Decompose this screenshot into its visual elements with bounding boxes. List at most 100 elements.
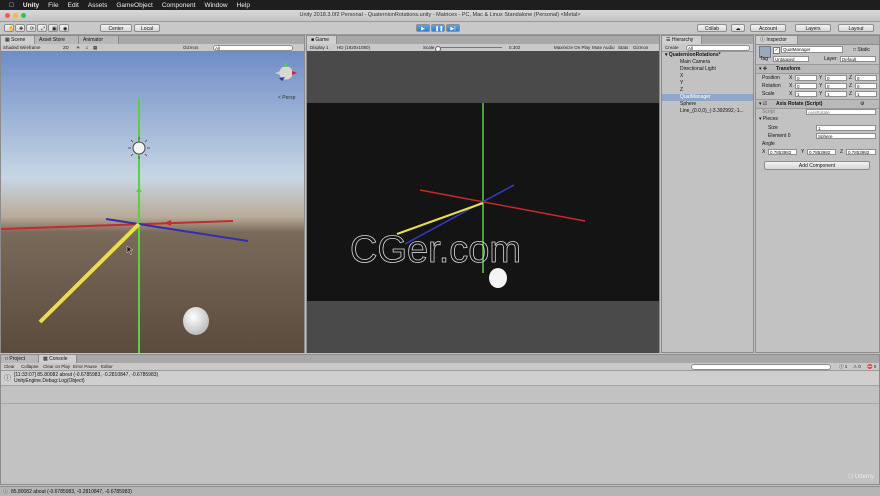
tab-asset-store[interactable]: Asset Store (35, 36, 79, 44)
error-pause-toggle[interactable]: Error Pause (73, 363, 97, 370)
menu-edit[interactable]: Edit (68, 2, 79, 9)
resolution-dropdown[interactable]: HD (1920x1080) (337, 44, 370, 51)
menu-help[interactable]: Help (237, 2, 250, 9)
hand-tool-button[interactable]: ✋ (4, 24, 14, 32)
audio-toggle-icon[interactable]: ♫ (85, 44, 88, 51)
tab-scene[interactable]: ▦ Scene (1, 36, 35, 44)
lighting-toggle-icon[interactable]: ☀ (76, 44, 80, 51)
light-gizmo-icon[interactable] (132, 141, 146, 155)
layer-dropdown[interactable]: Default (840, 55, 876, 62)
collab-dropdown[interactable]: Collab (697, 24, 727, 32)
console-split-divider[interactable] (1, 403, 879, 404)
menu-assets[interactable]: Assets (88, 2, 108, 9)
object-name-field[interactable]: QuatManager (781, 46, 843, 53)
game-viewport[interactable]: CGer.com (307, 51, 659, 353)
menu-window[interactable]: Window (204, 2, 227, 9)
display-dropdown[interactable]: Display 1 (310, 44, 329, 51)
space-toggle[interactable]: Local (134, 24, 160, 32)
pivot-toggle[interactable]: Center (100, 24, 132, 32)
hierarchy-item[interactable]: Directional Light (662, 66, 753, 73)
tab-animator[interactable]: Animator (79, 36, 119, 44)
close-window-button[interactable] (5, 13, 10, 18)
static-checkbox[interactable]: □ Static (853, 47, 870, 53)
status-message[interactable]: 85.80082 about (-0.6785983, -0.2810847, … (11, 489, 132, 495)
tab-console[interactable]: ▩ Console (39, 355, 77, 363)
angle-y-field[interactable]: 0.7853982 (807, 148, 836, 155)
tab-game[interactable]: ■ Game (307, 36, 337, 44)
clear-on-play-toggle[interactable]: Clear on Play (43, 363, 70, 370)
log-entry[interactable]: ⓘ [11:33:07] 85.80082 about (-0.6785983,… (1, 371, 879, 386)
scene-search-input[interactable]: All (213, 44, 293, 51)
shading-mode-dropdown[interactable]: Shaded Wireframe (3, 44, 41, 51)
account-dropdown[interactable]: Account (750, 24, 786, 32)
size-field[interactable]: 1 (816, 124, 876, 131)
create-dropdown[interactable]: Create (665, 44, 679, 51)
hierarchy-item[interactable]: Main Camera (662, 59, 753, 66)
2d-toggle[interactable]: 2D (63, 44, 69, 51)
scale-slider[interactable] (437, 47, 502, 48)
tab-hierarchy[interactable]: ☰ Hierarchy (662, 36, 702, 44)
hierarchy-item-selected[interactable]: QuatManager (662, 94, 753, 101)
gizmos-dropdown[interactable]: Gizmos (183, 44, 198, 51)
warning-count-badge[interactable]: ⚠ 0 (853, 363, 861, 370)
effects-toggle-icon[interactable]: ▦ (93, 44, 97, 51)
console-search-input[interactable] (691, 363, 831, 370)
hierarchy-item[interactable]: Sphere (662, 101, 753, 108)
rotation-x-field[interactable]: 0 (795, 82, 817, 89)
tab-inspector[interactable]: ⓘ Inspector (756, 36, 798, 44)
hierarchy-item[interactable]: X (662, 73, 753, 80)
error-count-badge[interactable]: ⛔ 0 (867, 363, 876, 370)
rotation-z-field[interactable]: 0 (855, 82, 877, 89)
position-y-field[interactable]: 0 (825, 74, 847, 81)
rect-tool-button[interactable]: ▣ (48, 24, 58, 32)
stats-toggle[interactable]: Stats (618, 44, 628, 51)
layout-dropdown[interactable]: Layout (838, 24, 874, 32)
game-gizmos-toggle[interactable]: Gizmos (633, 44, 648, 51)
element-0-field[interactable]: Sphere (816, 132, 876, 139)
scale-tool-button[interactable]: ⤢ (37, 24, 47, 32)
mute-audio-toggle[interactable]: Mute Audio (592, 44, 615, 51)
hierarchy-item[interactable]: Z (662, 87, 753, 94)
position-x-field[interactable]: 0 (795, 74, 817, 81)
scale-x-field[interactable]: 1 (795, 90, 817, 97)
collapse-toggle[interactable]: Collapse (21, 363, 39, 370)
play-button[interactable]: ▶ (416, 24, 430, 32)
angle-z-field[interactable]: 0.7853982 (846, 148, 876, 155)
maximize-on-play-toggle[interactable]: Maximize On Play (554, 44, 590, 51)
component-settings-icon[interactable]: ⚙ (860, 101, 864, 107)
scene-viewport[interactable]: < Persp (1, 51, 304, 353)
scene-root-item[interactable]: ▾ QuaternionRotations* (662, 52, 753, 59)
hierarchy-item[interactable]: Y (662, 80, 753, 87)
sphere-object[interactable] (183, 307, 209, 335)
hierarchy-search-input[interactable]: All (686, 44, 750, 51)
angle-x-field[interactable]: 0.7853982 (768, 148, 797, 155)
pieces-foldout[interactable]: ▾ Pieces (759, 116, 778, 122)
transform-tool-button[interactable]: ◉ (59, 24, 69, 32)
editor-dropdown[interactable]: Editor (101, 363, 113, 370)
rotation-y-field[interactable]: 0 (825, 82, 847, 89)
position-z-field[interactable]: 0 (855, 74, 877, 81)
scale-y-field[interactable]: 1 (825, 90, 847, 97)
tag-dropdown[interactable]: Untagged (773, 55, 809, 62)
active-checkbox[interactable]: ✓ (773, 47, 780, 54)
menu-file[interactable]: File (48, 2, 58, 9)
menu-component[interactable]: Component (162, 2, 196, 9)
menu-unity[interactable]: Unity (23, 2, 39, 9)
script-component-header[interactable]: ▾ ☑ Axis Rotate (Script) ⚙ (756, 99, 879, 109)
tab-project[interactable]: □ Project (1, 355, 39, 363)
clear-button[interactable]: Clear (4, 363, 15, 370)
zoom-window-button[interactable] (21, 13, 26, 18)
scale-z-field[interactable]: 1 (855, 90, 877, 97)
cloud-button[interactable]: ☁ (731, 24, 745, 32)
step-button[interactable]: ▶| (446, 24, 460, 32)
minimize-window-button[interactable] (13, 13, 18, 18)
rotate-tool-button[interactable]: ⟳ (26, 24, 36, 32)
pause-button[interactable]: ❚❚ (431, 24, 445, 32)
menu-gameobject[interactable]: GameObject (116, 2, 153, 9)
info-count-badge[interactable]: ⓘ 1 (839, 363, 847, 370)
layers-dropdown[interactable]: Layers (795, 24, 831, 32)
transform-header[interactable]: ▾ ✥ Transform (756, 64, 879, 74)
apple-icon[interactable]:  (9, 2, 14, 9)
add-component-button[interactable]: Add Component (764, 161, 870, 170)
hierarchy-item[interactable]: Line_(0.0,0)_(-3.392992,-1... (662, 108, 753, 115)
